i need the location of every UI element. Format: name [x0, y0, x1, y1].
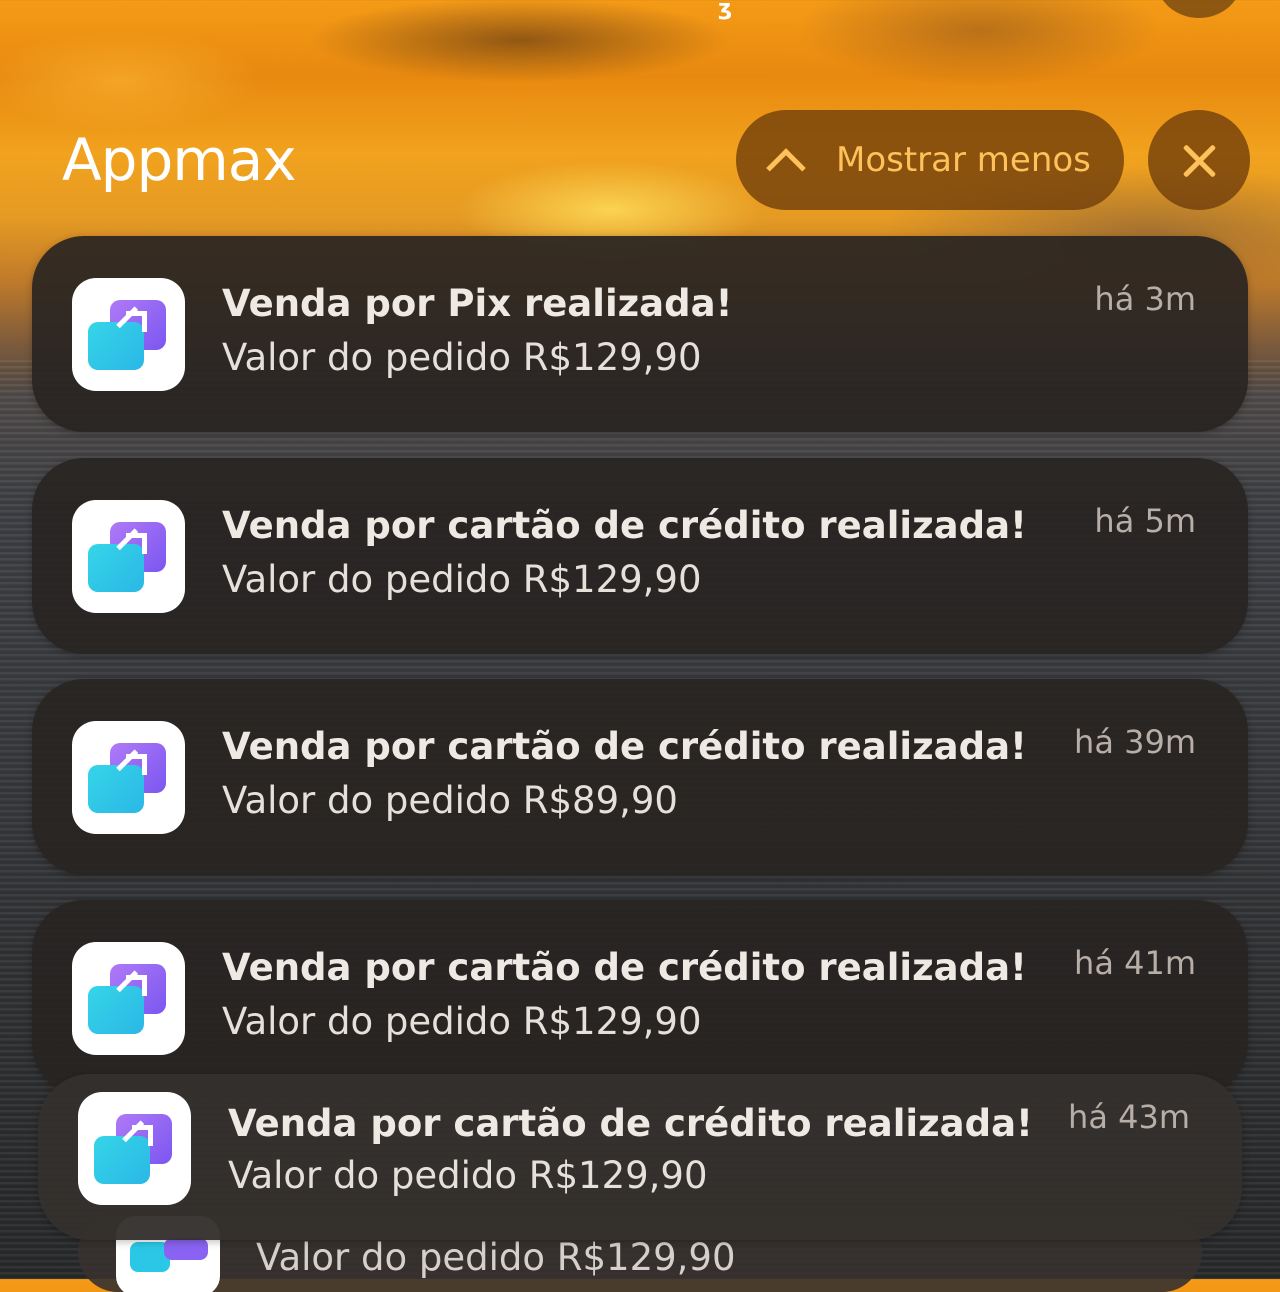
notification-card[interactable]: Venda por cartão de crédito realizada! V…	[32, 900, 1248, 1096]
notification-title: Venda por cartão de crédito realizada!	[228, 1102, 1033, 1145]
notification-title: Venda por Pix realizada!	[222, 282, 733, 325]
notification-group-header: Appmax Mostrar menos	[0, 108, 1280, 212]
notification-body: Valor do pedido R$129,90	[222, 1000, 702, 1043]
chevron-up-icon	[766, 148, 806, 188]
notification-title: Venda por cartão de crédito realizada!	[222, 504, 1027, 547]
notification-card[interactable]: Venda por cartão de crédito realizada! V…	[32, 679, 1248, 875]
notification-card[interactable]: Venda por Pix realizada! Valor do pedido…	[32, 236, 1248, 432]
close-button[interactable]	[1148, 110, 1250, 210]
notification-body: Valor do pedido R$129,90	[222, 336, 702, 379]
notification-time: há 41m	[1074, 944, 1196, 982]
appmax-logo-icon	[78, 1092, 191, 1205]
notification-body: Valor do pedido R$129,90	[256, 1236, 736, 1279]
notification-time: há 5m	[1094, 502, 1196, 540]
appmax-logo-icon	[72, 278, 185, 391]
appmax-logo-icon	[72, 942, 185, 1055]
notification-time: há 43m	[1068, 1098, 1190, 1136]
notification-body: Valor do pedido R$89,90	[222, 779, 678, 822]
show-less-button[interactable]: Mostrar menos	[736, 110, 1124, 210]
show-less-label: Mostrar menos	[836, 140, 1091, 180]
notification-card[interactable]: Venda por cartão de crédito realizada! V…	[38, 1074, 1242, 1240]
appmax-logo-icon	[72, 721, 185, 834]
notification-body: Valor do pedido R$129,90	[222, 558, 702, 601]
appmax-logo-icon	[72, 500, 185, 613]
notification-body: Valor do pedido R$129,90	[228, 1154, 708, 1197]
notification-title: Venda por cartão de crédito realizada!	[222, 725, 1027, 768]
notification-time: há 39m	[1074, 723, 1196, 761]
notification-card[interactable]: Venda por cartão de crédito realizada! V…	[32, 458, 1248, 654]
status-indicator: ʒ	[718, 0, 733, 21]
notification-title: Venda por cartão de crédito realizada!	[222, 946, 1027, 989]
app-name: Appmax	[62, 126, 297, 194]
notification-time: há 3m	[1094, 280, 1196, 318]
